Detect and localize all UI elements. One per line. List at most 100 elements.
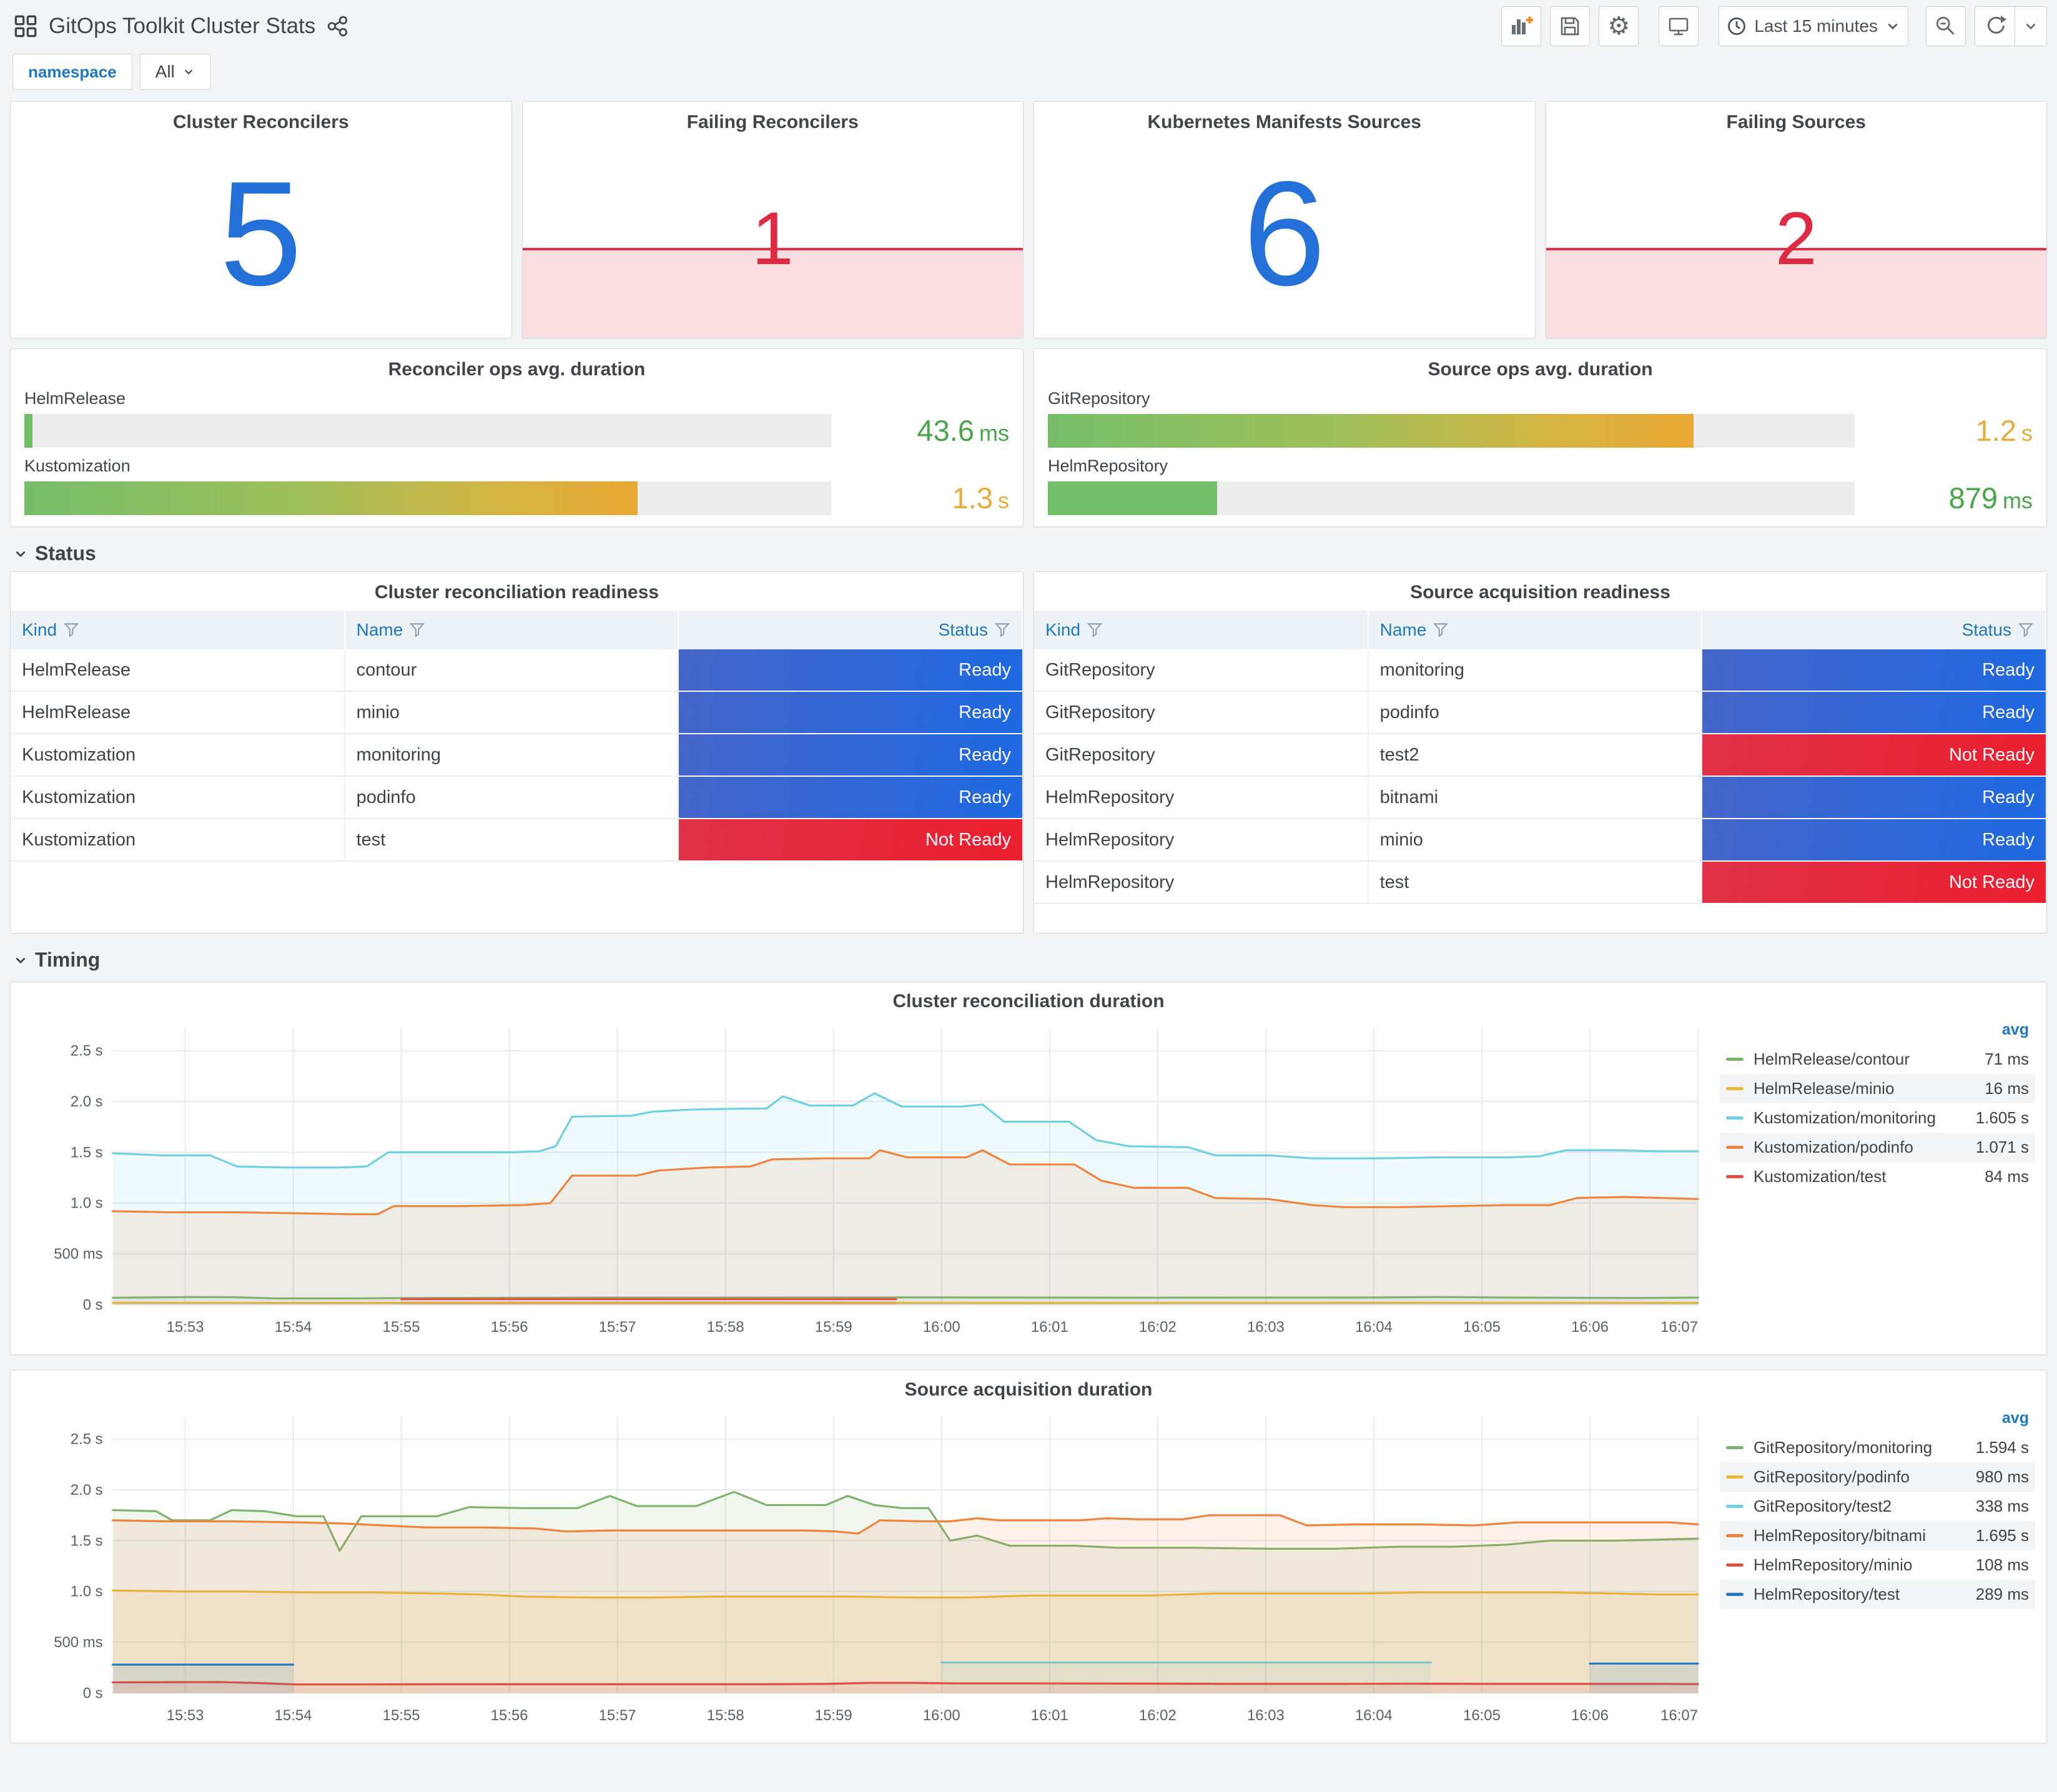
status-badge: Ready (679, 649, 1022, 691)
legend-item[interactable]: Kustomization/test 84 ms (1720, 1162, 2035, 1191)
chevron-down-icon (1888, 23, 1898, 30)
filter-icon[interactable] (409, 622, 425, 638)
gauge-track (1048, 413, 1855, 448)
column-header-status[interactable]: Status (678, 611, 1023, 649)
x-axis-tick: 16:05 (1463, 1319, 1501, 1336)
section-status[interactable]: Status (10, 542, 2047, 565)
filter-icon[interactable] (1433, 622, 1449, 638)
filter-icon[interactable] (994, 622, 1010, 638)
legend-series-name[interactable]: HelmRepository/bitnami (1754, 1526, 1976, 1545)
table-row: Kustomization monitoring Ready (11, 734, 1022, 777)
legend-item[interactable]: HelmRelease/minio 16 ms (1720, 1074, 2035, 1103)
legend-series-name[interactable]: HelmRelease/contour (1754, 1050, 1985, 1069)
time-series-plot[interactable]: 0 s 500 ms 1.0 s 1.5 s 2.0 s 2.5 s 15:53 15:54 1… (19, 1018, 1706, 1348)
table-row: Kustomization podinfo Ready (11, 776, 1022, 819)
legend-series-name[interactable]: HelmRepository/minio (1754, 1555, 1976, 1575)
legend-series-avg: 980 ms (1975, 1467, 2029, 1486)
legend-series-name[interactable]: HelmRelease/minio (1754, 1079, 1985, 1098)
legend-item[interactable]: HelmRepository/test 289 ms (1720, 1580, 2035, 1609)
cell-kind: HelmRelease (11, 691, 345, 734)
gauge-value: 1.2 s (1975, 414, 2033, 447)
cell-name: test (1368, 861, 1703, 904)
cell-name: test (344, 819, 679, 862)
time-range-picker[interactable]: Last 15 minutes (1719, 6, 1908, 46)
panel-title[interactable]: Kubernetes Manifests Sources (1034, 102, 1535, 133)
y-axis-tick: 1.5 s (71, 1144, 103, 1161)
panel-title[interactable]: Reconciler ops avg. duration (24, 349, 1009, 380)
column-header-status[interactable]: Status (1702, 611, 2046, 649)
cycle-view-mode-button[interactable] (1659, 6, 1699, 46)
panel-title[interactable]: Source ops avg. duration (1048, 349, 2033, 380)
panel-title[interactable]: Cluster reconciliation readiness (11, 572, 1023, 603)
table-row: Kustomization test Not Ready (11, 819, 1022, 862)
legend-item[interactable]: GitRepository/podinfo 980 ms (1720, 1462, 2035, 1492)
panel-title[interactable]: Failing Sources (1546, 102, 2047, 133)
gauge-helmrepository: HelmRepository 879 ms (1048, 456, 2033, 515)
legend-avg-header[interactable]: avg (1720, 1021, 2035, 1045)
dashboard-grid-icon[interactable] (14, 14, 37, 38)
table-row: GitRepository test2 Not Ready (1034, 734, 2046, 777)
legend-series-avg: 16 ms (1985, 1079, 2029, 1098)
x-axis-tick: 15:54 (275, 1319, 312, 1336)
stat-panels-row: Cluster Reconcilers 5 Failing Reconciler… (10, 101, 2047, 338)
legend-series-name[interactable]: Kustomization/podinfo (1754, 1138, 1976, 1157)
x-axis-tick: 16:07 (1660, 1319, 1698, 1336)
legend-series-name[interactable]: GitRepository/podinfo (1754, 1467, 1976, 1487)
time-series-plot[interactable]: 0 s 500 ms 1.0 s 1.5 s 2.0 s 2.5 s 15:53 15:54 1… (19, 1407, 1706, 1736)
legend-item[interactable]: Kustomization/podinfo 1.071 s (1720, 1133, 2035, 1162)
add-panel-button[interactable] (1501, 6, 1542, 46)
refresh-interval-dropdown[interactable] (2015, 6, 2047, 46)
panel-title[interactable]: Cluster reconciliation duration (11, 991, 2046, 1012)
save-dashboard-button[interactable] (1550, 6, 1591, 46)
status-badge: Ready (679, 734, 1022, 775)
cell-kind: Kustomization (11, 776, 345, 819)
filter-icon[interactable] (2018, 622, 2034, 638)
y-axis-tick: 0 s (83, 1297, 103, 1314)
column-header-name[interactable]: Name (1368, 611, 1703, 649)
legend-series-name[interactable]: HelmRepository/test (1754, 1585, 1976, 1604)
section-timing[interactable]: Timing (10, 948, 2047, 972)
legend-series-avg: 84 ms (1985, 1167, 2029, 1186)
x-axis-tick: 15:53 (167, 1319, 204, 1336)
x-axis-tick: 16:04 (1355, 1707, 1393, 1724)
legend-item[interactable]: HelmRelease/contour 71 ms (1720, 1045, 2035, 1074)
clock-icon (1728, 17, 1746, 35)
series-area (112, 1515, 1699, 1693)
panel-title[interactable]: Source acquisition duration (11, 1379, 2046, 1401)
panel-cluster-reconciliation-duration: Cluster reconciliation duration 0 s 500 m… (10, 982, 2047, 1355)
share-icon[interactable] (327, 15, 349, 37)
column-header-kind[interactable]: Kind (11, 611, 345, 649)
column-header-name[interactable]: Name (344, 611, 679, 649)
variable-namespace-value-dropdown[interactable]: All (139, 54, 210, 90)
legend-item[interactable]: Kustomization/monitoring 1.605 s (1720, 1103, 2035, 1133)
panel-source-acquisition-readiness: Source acquisition readiness Kind Name S… (1033, 571, 2047, 933)
refresh-button[interactable] (1975, 6, 2015, 46)
stat-value: 5 (219, 150, 302, 317)
panel-title[interactable]: Cluster Reconcilers (11, 102, 511, 133)
legend-series-name[interactable]: Kustomization/monitoring (1754, 1108, 1976, 1128)
panel-source-acquisition-duration: Source acquisition duration 0 s 500 ms 1.0… (10, 1370, 2047, 1743)
cell-name: contour (344, 649, 679, 692)
legend-item[interactable]: GitRepository/monitoring 1.594 s (1720, 1433, 2035, 1462)
panel-title[interactable]: Source acquisition readiness (1034, 572, 2046, 603)
filter-icon[interactable] (1087, 622, 1103, 638)
dashboard-settings-button[interactable]: ⚙ (1599, 6, 1639, 46)
legend-item[interactable]: GitRepository/test2 338 ms (1720, 1492, 2035, 1521)
refresh-icon (1987, 16, 2006, 34)
legend-avg-header[interactable]: avg (1720, 1409, 2035, 1433)
legend-series-name[interactable]: GitRepository/monitoring (1754, 1438, 1976, 1457)
legend-item[interactable]: HelmRepository/bitnami 1.695 s (1720, 1521, 2035, 1550)
stat-value: 6 (1243, 150, 1326, 317)
column-header-kind[interactable]: Kind (1034, 611, 1369, 649)
x-axis-tick: 16:05 (1463, 1707, 1501, 1724)
panel-reconciler-ops-duration: Reconciler ops avg. duration HelmRelease… (10, 348, 1024, 527)
zoom-out-button[interactable] (1926, 6, 1966, 46)
namespace-label-text: namespace (28, 62, 117, 81)
y-axis-tick: 0 s (83, 1685, 103, 1702)
legend-item[interactable]: HelmRepository/minio 108 ms (1720, 1550, 2035, 1580)
legend-series-name[interactable]: Kustomization/test (1754, 1167, 1985, 1186)
panel-title[interactable]: Failing Reconcilers (523, 102, 1024, 133)
legend-series-name[interactable]: GitRepository/test2 (1754, 1497, 1976, 1516)
add-panel-icon (1512, 16, 1534, 34)
filter-icon[interactable] (63, 622, 79, 638)
